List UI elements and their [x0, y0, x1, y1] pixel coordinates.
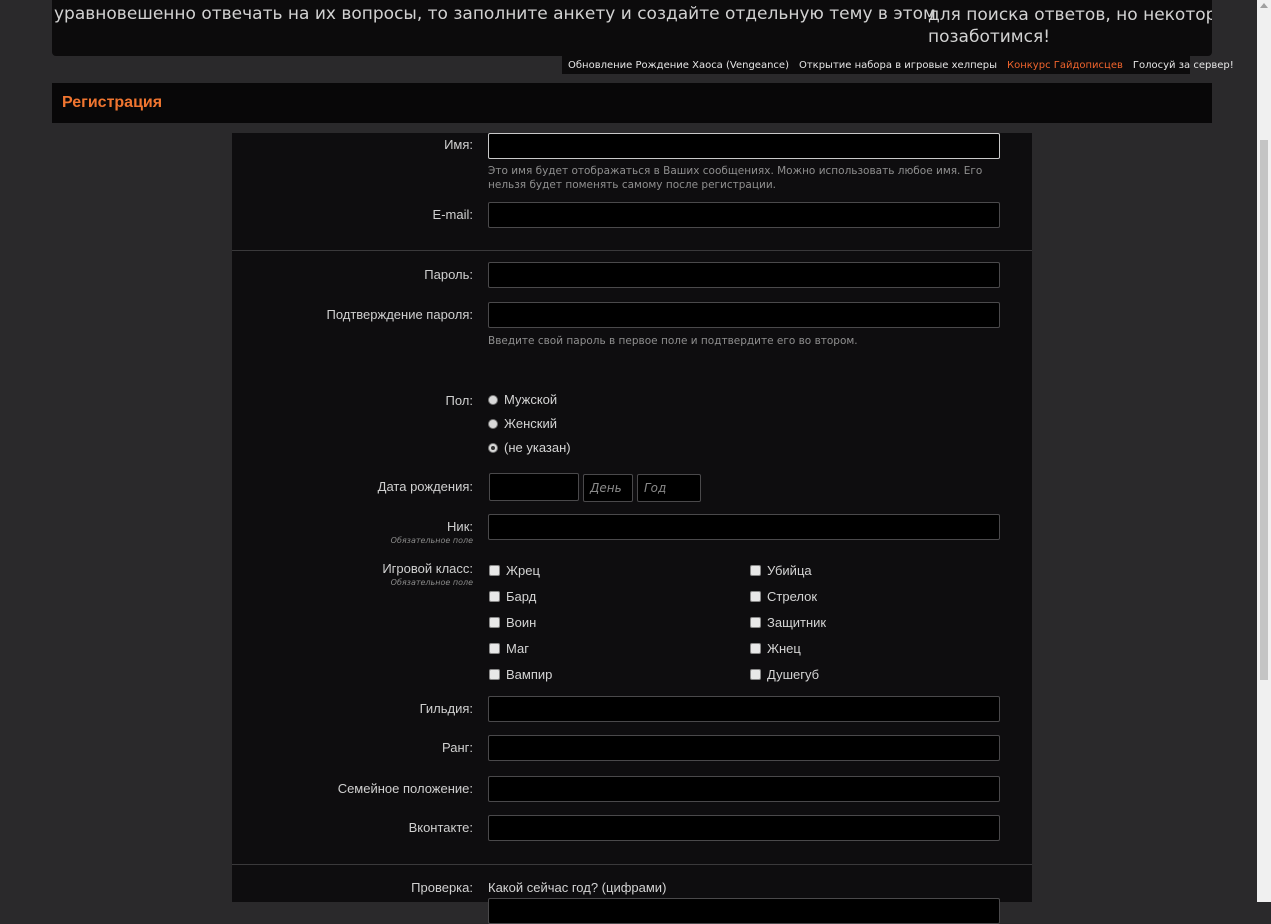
banner-text-right-line2: позаботимся!	[928, 27, 1051, 47]
checkbox[interactable]	[489, 591, 500, 602]
gender-option-label: Мужской	[504, 392, 558, 407]
password-confirm-label: Подтверждение пароля:	[326, 307, 473, 322]
rank-input[interactable]	[488, 735, 1000, 761]
birth-month-select[interactable]	[489, 473, 579, 501]
vk-input[interactable]	[488, 815, 1000, 841]
class-option-label: Стрелок	[767, 589, 818, 604]
class-option-soulkiller[interactable]: Душегуб	[750, 667, 819, 682]
gender-label: Пол:	[445, 393, 474, 408]
radio-button-checked[interactable]	[488, 442, 498, 453]
checkbox[interactable]	[489, 617, 500, 628]
class-option-defender[interactable]: Защитник	[750, 615, 826, 630]
notice-links: Обновление Рождение Хаоса (Vengeance) От…	[562, 56, 1234, 74]
game-class-required-note: Обязательное поле	[390, 578, 473, 587]
class-option-label: Защитник	[767, 615, 827, 630]
birth-date-label: Дата рождения:	[377, 479, 473, 494]
radio-button[interactable]	[488, 418, 498, 429]
checkbox[interactable]	[750, 617, 761, 628]
checkbox[interactable]	[489, 669, 500, 680]
scrollbar[interactable]	[1257, 0, 1271, 902]
notice-link-helpers[interactable]: Открытие набора в игровые хелперы	[799, 60, 997, 71]
nick-required-note: Обязательное поле	[390, 536, 473, 545]
birth-day-input[interactable]: День	[583, 474, 633, 502]
checkbox[interactable]	[750, 669, 761, 680]
email-label: E-mail:	[432, 207, 473, 222]
registration-form: Имя: Это имя будет отображаться в Ваших …	[232, 133, 1032, 924]
class-option-archer[interactable]: Стрелок	[750, 589, 817, 604]
scrollbar-thumb[interactable]	[1260, 140, 1268, 680]
class-option-vampire[interactable]: Вампир	[489, 667, 552, 682]
checkbox[interactable]	[489, 643, 500, 654]
notice-link-vote[interactable]: Голосуй за сервер!	[1133, 60, 1234, 71]
class-option-label: Вампир	[506, 667, 553, 682]
nick-input[interactable]	[488, 514, 1000, 540]
class-option-label: Воин	[506, 615, 537, 630]
family-status-input[interactable]	[488, 776, 1000, 802]
vk-label: Вконтакте:	[408, 820, 473, 835]
password-hint: Введите свой пароль в первое поле и подт…	[488, 335, 858, 347]
name-hint: Это имя будет отображаться в Ваших сообщ…	[488, 165, 983, 191]
class-option-label: Жрец	[506, 563, 540, 578]
rank-label: Ранг:	[441, 740, 473, 755]
name-label: Имя:	[444, 137, 473, 152]
class-option-warrior[interactable]: Воин	[489, 615, 536, 630]
announcement-banner: уравновешенно отвечать на их вопросы, то…	[52, 0, 1212, 56]
password-label: Пароль:	[424, 267, 473, 282]
check-label: Проверка:	[411, 880, 473, 895]
nick-label: Ник:	[447, 519, 473, 534]
email-input[interactable]	[488, 202, 1000, 228]
class-option-bard[interactable]: Бард	[489, 589, 536, 604]
class-option-priest[interactable]: Жрец	[489, 563, 540, 578]
page-title-bar: Регистрация	[52, 83, 1212, 123]
family-status-label: Семейное положение:	[337, 781, 473, 796]
class-option-assassin[interactable]: Убийца	[750, 563, 812, 578]
name-input[interactable]	[488, 133, 1000, 159]
class-option-label: Душегуб	[767, 667, 820, 682]
game-class-label: Игровой класс:	[382, 561, 473, 576]
birth-year-input[interactable]: Год	[637, 474, 701, 502]
class-option-label: Жнец	[767, 641, 801, 656]
banner-text-right: для поиска ответов, но некоторы позаботи…	[928, 4, 1212, 48]
gender-option-unspecified[interactable]: (не указан)	[488, 440, 571, 455]
checkbox[interactable]	[489, 565, 500, 576]
radio-button[interactable]	[488, 394, 498, 405]
checkbox[interactable]	[750, 591, 761, 602]
gender-option-label: (не указан)	[504, 440, 571, 455]
gender-option-male[interactable]: Мужской	[488, 392, 557, 407]
gender-option-label: Женский	[504, 416, 557, 431]
guild-input[interactable]	[488, 696, 1000, 722]
banner-text-left: уравновешенно отвечать на их вопросы, то…	[54, 4, 936, 24]
checkbox[interactable]	[750, 643, 761, 654]
divider	[232, 250, 1032, 251]
notice-link-update[interactable]: Обновление Рождение Хаоса (Vengeance)	[568, 60, 789, 71]
password-confirm-input[interactable]	[488, 302, 1000, 328]
class-option-reaper[interactable]: Жнец	[750, 641, 801, 656]
banner-text-right-line1: для поиска ответов, но некоторы	[928, 5, 1212, 25]
class-option-label: Маг	[506, 641, 529, 656]
password-input[interactable]	[488, 262, 1000, 288]
class-option-label: Бард	[506, 589, 537, 604]
gender-option-female[interactable]: Женский	[488, 416, 557, 431]
captcha-question: Какой сейчас год? (цифрами)	[488, 880, 667, 895]
class-option-label: Убийца	[767, 563, 812, 578]
class-option-mage[interactable]: Маг	[489, 641, 529, 656]
divider	[232, 864, 1032, 865]
guild-label: Гильдия:	[419, 701, 473, 716]
scroll-up-arrow-icon[interactable]	[1260, 3, 1268, 8]
checkbox[interactable]	[750, 565, 761, 576]
page-title: Регистрация	[62, 94, 163, 111]
notice-link-contest[interactable]: Конкурс Гайдописцев	[1007, 60, 1123, 71]
